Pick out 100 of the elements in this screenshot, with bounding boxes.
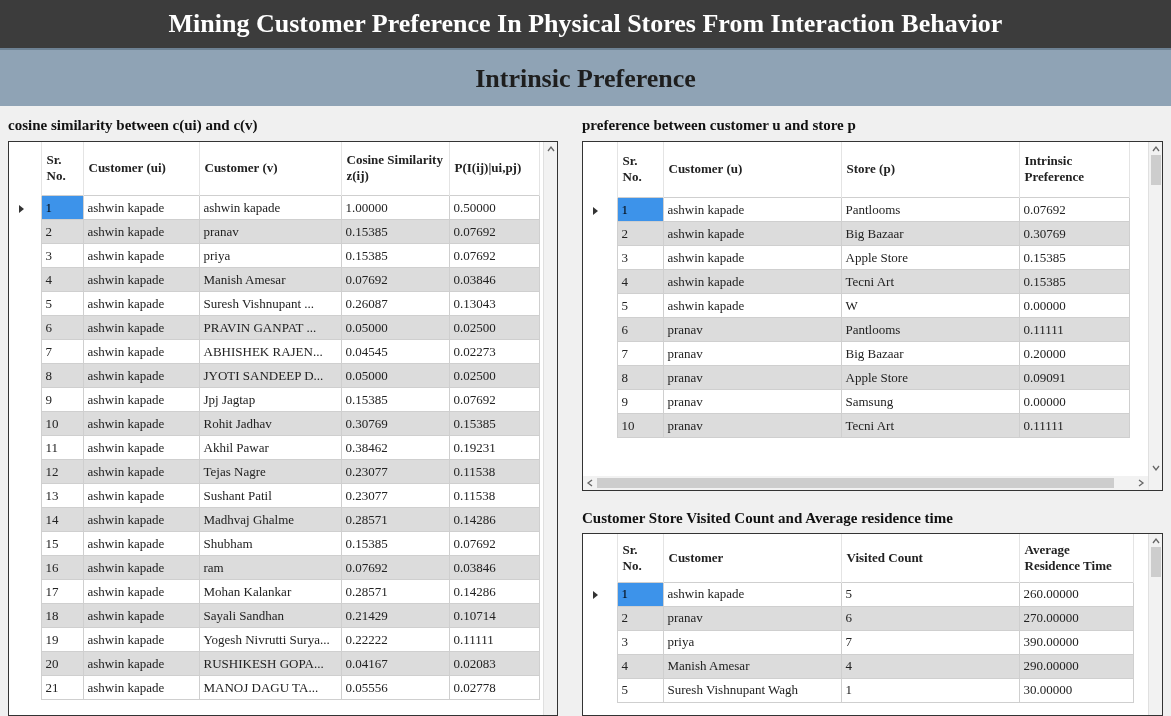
table-cell[interactable]: ashwin kapade [83,603,199,628]
scroll-up-icon[interactable] [1151,537,1160,545]
table-cell[interactable]: ashwin kapade [83,411,199,436]
column-header[interactable]: Average Residence Time [1019,534,1133,582]
table-cell[interactable]: 1 [617,197,663,222]
table-cell[interactable]: Apple Store [841,245,1019,270]
table-cell[interactable]: 1 [41,195,83,220]
table-cell[interactable]: ashwin kapade [663,582,841,606]
table-cell[interactable]: 0.21429 [341,603,449,628]
table-cell[interactable]: ashwin kapade [199,195,341,220]
table-cell[interactable]: W [841,293,1019,318]
table-cell[interactable]: Mohan Kalankar [199,579,341,604]
table-cell[interactable]: Apple Store [841,365,1019,390]
table-cell[interactable]: 0.28571 [341,507,449,532]
scroll-thumb[interactable] [1150,547,1161,577]
table-cell[interactable]: ram [199,555,341,580]
table-cell[interactable]: Big Bazaar [841,221,1019,246]
horizontal-scrollbar[interactable] [583,475,1148,490]
table-cell[interactable]: 0.07692 [449,387,539,412]
table-cell[interactable]: 21 [41,675,83,700]
table-cell[interactable]: 9 [41,387,83,412]
table-cell[interactable]: 0.07692 [449,531,539,556]
table-cell[interactable]: 7 [617,341,663,366]
table-cell[interactable]: 0.50000 [449,195,539,220]
table-cell[interactable]: ashwin kapade [83,459,199,484]
table-cell[interactable]: Madhvaj Ghalme [199,507,341,532]
table-cell[interactable]: 0.15385 [341,219,449,244]
scroll-thumb[interactable] [1150,154,1161,185]
table-cell[interactable]: ashwin kapade [663,197,841,222]
table-cell[interactable]: ashwin kapade [663,293,841,318]
table-cell[interactable]: 3 [617,245,663,270]
table-cell[interactable]: Tecni Art [841,413,1019,438]
table-cell[interactable]: 0.02500 [449,315,539,340]
table-cell[interactable]: 0.23077 [341,483,449,508]
column-header[interactable]: Sr. No. [617,141,663,198]
column-header[interactable]: Cosine Similarity z(ij) [341,141,449,196]
table-cell[interactable]: 0.11111 [449,627,539,652]
table-cell[interactable]: ashwin kapade [83,555,199,580]
table-cell[interactable]: 0.30769 [1019,221,1129,246]
table-cell[interactable]: ashwin kapade [83,651,199,676]
table-cell[interactable]: 0.20000 [1019,341,1129,366]
table-cell[interactable]: 0.02083 [449,651,539,676]
table-cell[interactable]: 0.03846 [449,555,539,580]
table-cell[interactable]: pranav [663,317,841,342]
table-cell[interactable]: 3 [41,243,83,268]
table-cell[interactable]: 9 [617,389,663,414]
scroll-up-icon[interactable] [1151,144,1160,153]
table-cell[interactable]: 0.07692 [341,555,449,580]
table-cell[interactable]: Manish Amesar [663,654,841,678]
scroll-thumb[interactable] [597,477,1114,488]
table-cell[interactable]: ashwin kapade [663,269,841,294]
table-cell[interactable]: ashwin kapade [83,579,199,604]
table-cell[interactable]: pranav [663,606,841,630]
table-cell[interactable]: 270.00000 [1019,606,1133,630]
table-cell[interactable]: 5 [617,293,663,318]
column-header[interactable]: Customer (v) [199,141,341,196]
table-cell[interactable]: 0.11111 [1019,317,1129,342]
table-cell[interactable]: 0.15385 [341,531,449,556]
table-cell[interactable]: 7 [41,339,83,364]
table-cell[interactable]: 0.02500 [449,363,539,388]
table-cell[interactable]: ashwin kapade [83,675,199,700]
table-cell[interactable]: 0.05000 [341,363,449,388]
table-cell[interactable]: 0.07692 [449,243,539,268]
table-cell[interactable]: Jpj Jagtap [199,387,341,412]
table-cell[interactable]: 0.15385 [1019,269,1129,294]
table-cell[interactable]: 0.30769 [341,411,449,436]
table-cell[interactable]: ashwin kapade [83,243,199,268]
table-cell[interactable]: 0.15385 [449,411,539,436]
table-cell[interactable]: 0.00000 [1019,293,1129,318]
table-cell[interactable]: 15 [41,531,83,556]
table-cell[interactable]: ashwin kapade [83,483,199,508]
table-cell[interactable]: 260.00000 [1019,582,1133,606]
column-header[interactable]: Customer [663,534,841,582]
table-cell[interactable]: 0.10714 [449,603,539,628]
table-cell[interactable]: 0.11538 [449,483,539,508]
table-cell[interactable]: 3 [617,630,663,654]
table-cell[interactable]: ashwin kapade [83,315,199,340]
column-header[interactable]: Intrinsic Preference [1019,141,1129,198]
table-cell[interactable]: 0.14286 [449,579,539,604]
table-cell[interactable]: Samsung [841,389,1019,414]
table-cell[interactable]: 0.28571 [341,579,449,604]
column-header[interactable]: Sr. No. [41,141,83,196]
scroll-up-icon[interactable] [546,144,555,153]
table-cell[interactable]: ashwin kapade [83,195,199,220]
table-cell[interactable]: 1 [617,582,663,606]
table-cell[interactable]: pranav [663,341,841,366]
column-header[interactable]: Customer (ui) [83,141,199,196]
table-cell[interactable]: MANOJ DAGU TA... [199,675,341,700]
table-cell[interactable]: 0.04167 [341,651,449,676]
table-cell[interactable]: 17 [41,579,83,604]
table-cell[interactable]: 0.04545 [341,339,449,364]
column-header[interactable]: P(I(ij)|ui,pj) [449,141,539,196]
table-cell[interactable]: pranav [663,365,841,390]
table-cell[interactable]: 1 [841,678,1019,702]
table-cell[interactable]: 0.11538 [449,459,539,484]
table-cell[interactable]: 0.00000 [1019,389,1129,414]
table-cell[interactable]: PRAVIN GANPAT ... [199,315,341,340]
vertical-scrollbar[interactable] [1148,534,1162,715]
vertical-scrollbar[interactable] [1148,141,1162,490]
table-cell[interactable]: 11 [41,435,83,460]
